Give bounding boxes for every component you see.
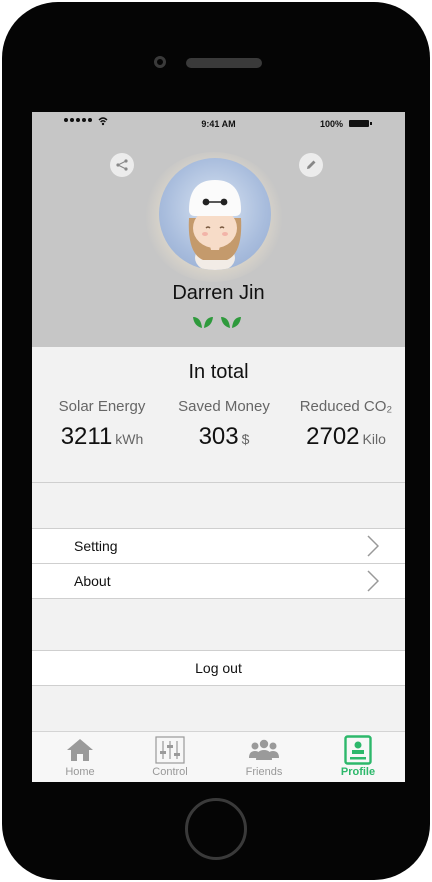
stat-value-line: 3211 kWh	[40, 423, 164, 451]
chevron-right-icon	[367, 535, 379, 557]
stat-value: 303	[198, 423, 239, 450]
tab-label: Friends	[245, 766, 283, 778]
menu-item-about[interactable]: About	[32, 563, 405, 599]
share-button[interactable]	[110, 153, 134, 177]
logout-button[interactable]: Log out	[32, 650, 405, 686]
leaf-badges	[192, 314, 242, 330]
stat-label: Solar Energy	[58, 398, 146, 415]
tab-profile[interactable]: Profile	[318, 735, 398, 778]
phone-frame: 9:41 AM 100% Darren Jin In total Solar E…	[2, 2, 430, 880]
tab-label: Control	[152, 766, 188, 778]
section-divider	[32, 482, 405, 483]
menu-item-label: Setting	[74, 538, 118, 554]
stat-unit: $	[241, 431, 250, 447]
profile-header: 9:41 AM 100% Darren Jin	[32, 112, 405, 347]
tab-home[interactable]: Home	[40, 735, 120, 778]
home-icon	[67, 739, 93, 761]
tab-friends[interactable]: Friends	[224, 735, 304, 778]
camera	[154, 56, 166, 68]
tab-label: Profile	[340, 766, 376, 778]
stat-label: Reduced CO₂	[299, 398, 393, 415]
stat-solar-energy: Solar Energy 3211 kWh	[40, 398, 164, 451]
stat-unit: kWh	[115, 431, 144, 447]
tab-control[interactable]: Control	[130, 735, 210, 778]
avatar-illustration	[188, 180, 242, 270]
leaf-icon	[193, 317, 213, 328]
totals-title: In total	[188, 361, 249, 383]
stat-value: 2702	[306, 423, 360, 450]
battery-percent: 100%	[320, 119, 344, 129]
app-screen: 9:41 AM 100% Darren Jin In total Solar E…	[32, 112, 405, 782]
leaf-icon	[221, 317, 241, 328]
user-name: Darren Jin	[172, 282, 265, 304]
battery-icon	[349, 120, 372, 127]
menu-item-label: About	[74, 573, 111, 589]
tab-label: Home	[65, 766, 95, 778]
profile-card-icon	[344, 735, 372, 765]
edit-button[interactable]	[299, 153, 323, 177]
tab-bar: Home Control Friends Profile	[32, 731, 405, 782]
avatar[interactable]	[159, 158, 271, 270]
stat-value-line: 303 $	[162, 423, 286, 451]
stat-reduced-co2: Reduced CO₂ 2702 Kilo	[284, 398, 405, 451]
status-bar: 9:41 AM 100%	[32, 112, 405, 134]
stat-label: Saved Money	[178, 398, 270, 415]
stat-unit: Kilo	[362, 431, 386, 447]
pencil-icon	[307, 160, 316, 169]
people-icon	[249, 739, 279, 760]
chevron-right-icon	[367, 570, 379, 592]
menu-item-setting[interactable]: Setting	[32, 528, 405, 564]
stat-saved-money: Saved Money 303 $	[162, 398, 286, 451]
home-hardware-button[interactable]	[185, 798, 247, 860]
sliders-icon	[155, 736, 185, 764]
speaker	[186, 58, 262, 68]
share-icon	[116, 159, 128, 171]
stat-value: 3211	[60, 423, 113, 450]
stat-value-line: 2702 Kilo	[284, 423, 405, 451]
